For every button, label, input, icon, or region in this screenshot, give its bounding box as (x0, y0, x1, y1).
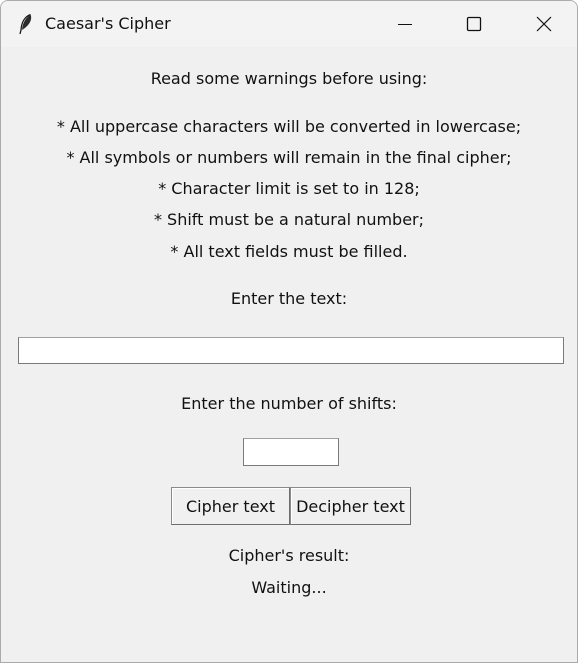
window-title: Caesar's Cipher (45, 14, 171, 33)
feather-icon (18, 13, 34, 35)
maximize-icon (466, 16, 482, 32)
decipher-button[interactable]: Decipher text (290, 487, 411, 525)
maximize-button[interactable] (451, 1, 497, 47)
warning-item: * All text fields must be filled. (170, 242, 408, 261)
close-icon (536, 16, 552, 32)
warning-item: * All symbols or numbers will remain in … (66, 148, 512, 167)
app-window: Caesar's Cipher Read some warnings befor… (0, 0, 578, 663)
warning-item: * Shift must be a natural number; (153, 210, 425, 229)
cipher-button[interactable]: Cipher text (171, 487, 290, 525)
title-bar[interactable]: Caesar's Cipher (1, 1, 577, 47)
result-status: Waiting... (251, 578, 327, 597)
shift-field-label: Enter the number of shifts: (181, 394, 397, 413)
text-input[interactable] (18, 337, 564, 364)
main-content: Read some warnings before using: * All u… (1, 47, 577, 662)
minimize-button[interactable] (382, 1, 428, 47)
warnings-heading: Read some warnings before using: (150, 69, 428, 88)
shift-input[interactable] (243, 438, 339, 466)
warning-item: * Character limit is set to in 128; (158, 179, 420, 198)
close-button[interactable] (521, 1, 567, 47)
text-field-label: Enter the text: (230, 289, 348, 308)
warning-item: * All uppercase characters will be conve… (56, 117, 522, 136)
result-label: Cipher's result: (228, 546, 350, 565)
minimize-icon (397, 16, 413, 32)
